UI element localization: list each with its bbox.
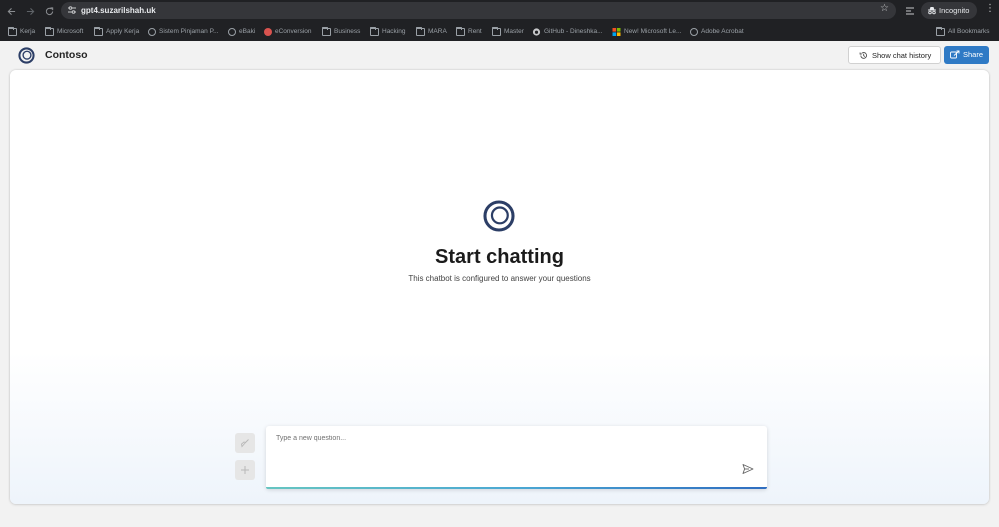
folder-icon [936,26,945,36]
bookmark-item[interactable]: Kerja [8,26,35,37]
bookmark-label: New! Microsoft Le... [624,28,682,35]
all-bookmarks-label: All Bookmarks [948,28,990,35]
bookmark-item[interactable]: Business [322,26,360,37]
app-header: Contoso Show chat history Share [0,41,999,70]
incognito-icon [928,7,936,15]
bookmark-item[interactable]: Apply Kerja [94,26,139,37]
bookmark-label: eConversion [275,28,312,35]
composer-accent-bar [266,487,767,489]
broom-icon [241,439,249,448]
reload-icon [45,6,53,15]
arrow-right-icon [26,7,34,15]
side-panel-icon[interactable] [904,5,916,17]
new-chat-button[interactable] [235,460,255,480]
bookmark-item[interactable]: Hacking [370,26,405,37]
folder-icon [8,26,17,36]
bookmark-label: eBaki [239,28,256,35]
folder-icon [94,26,103,36]
chat-panel: Start chatting This chatbot is configure… [10,70,989,504]
address-bar[interactable]: gpt4.suzarilshah.uk ☆ [61,2,896,19]
bookmark-label: Business [334,28,361,35]
share-button[interactable]: Share [944,46,989,64]
bookmark-label: Sistem Pinjaman P... [159,28,219,35]
bookmark-label: Hacking [382,28,406,35]
bookmark-item[interactable]: Rent [456,26,482,37]
bookmark-label: Rent [468,28,482,35]
bookmark-label: Kerja [20,28,36,35]
folder-icon [416,26,425,36]
app-root: Contoso Show chat history Share Start ch… [0,41,999,527]
empty-state-title: Start chatting [435,246,564,268]
folder-icon [45,26,54,36]
contoso-logo-icon [483,200,515,232]
folder-icon [370,26,379,36]
bookmark-item[interactable]: Master [492,26,524,37]
bookmark-item[interactable]: eConversion [264,26,312,37]
show-chat-history-label: Show chat history [872,51,932,60]
bookmarks-bar: Kerja Microsoft Apply Kerja Sistem Pinja… [0,22,999,41]
bookmark-item[interactable]: Adobe Acrobat [690,26,744,37]
bookmark-item[interactable]: Sistem Pinjaman P... [148,26,219,37]
question-composer [266,426,767,489]
globe-icon [148,27,156,36]
github-icon [532,27,541,36]
bookmark-label: Adobe Acrobat [701,28,744,35]
share-label: Share [963,50,984,59]
folder-icon [492,26,501,36]
browser-chrome: gpt4.suzarilshah.uk ☆ Incognito ⋮ Kerja … [0,0,999,41]
all-bookmarks[interactable]: All Bookmarks [936,26,990,37]
bookmark-label: GitHub - Dineshka... [544,28,603,35]
contoso-logo-icon [18,47,35,64]
bookmark-label: MARA [428,28,447,35]
arrow-left-icon [7,7,15,15]
site-settings-icon[interactable] [67,5,77,15]
bookmark-item[interactable]: MARA [416,26,447,37]
history-icon [859,52,867,59]
bookmark-item[interactable]: eBaki [228,26,255,37]
bookmark-item[interactable]: New! Microsoft Le... [612,26,681,37]
bookmark-label: Microsoft [57,28,84,35]
bookmark-item[interactable]: GitHub - Dineshka... [532,26,603,37]
bookmark-label: Master [504,28,524,35]
plus-icon [241,466,249,474]
browser-menu-icon[interactable]: ⋮ [985,3,995,14]
folder-icon [322,26,331,36]
incognito-badge[interactable]: Incognito [921,2,977,19]
econversion-icon [264,27,272,36]
question-input[interactable] [276,435,736,442]
back-button[interactable] [4,4,18,18]
bookmark-item[interactable]: Microsoft [45,26,83,37]
reload-button[interactable] [42,4,56,18]
brand-name: Contoso [45,49,88,61]
globe-icon [228,27,236,36]
bookmark-label: Apply Kerja [106,28,140,35]
folder-icon [456,26,465,36]
share-icon [950,50,960,59]
browser-toolbar: gpt4.suzarilshah.uk ☆ Incognito ⋮ [0,0,999,22]
incognito-label: Incognito [939,6,970,15]
globe-icon [690,27,698,36]
url-text: gpt4.suzarilshah.uk [81,6,156,15]
empty-state-subtitle: This chatbot is configured to answer you… [408,274,591,283]
send-icon[interactable] [742,463,754,475]
microsoft-icon [612,27,621,36]
bookmark-star-icon[interactable]: ☆ [880,3,889,14]
show-chat-history-button[interactable]: Show chat history [848,46,941,64]
clear-chat-button[interactable] [235,433,255,453]
forward-button[interactable] [23,4,37,18]
